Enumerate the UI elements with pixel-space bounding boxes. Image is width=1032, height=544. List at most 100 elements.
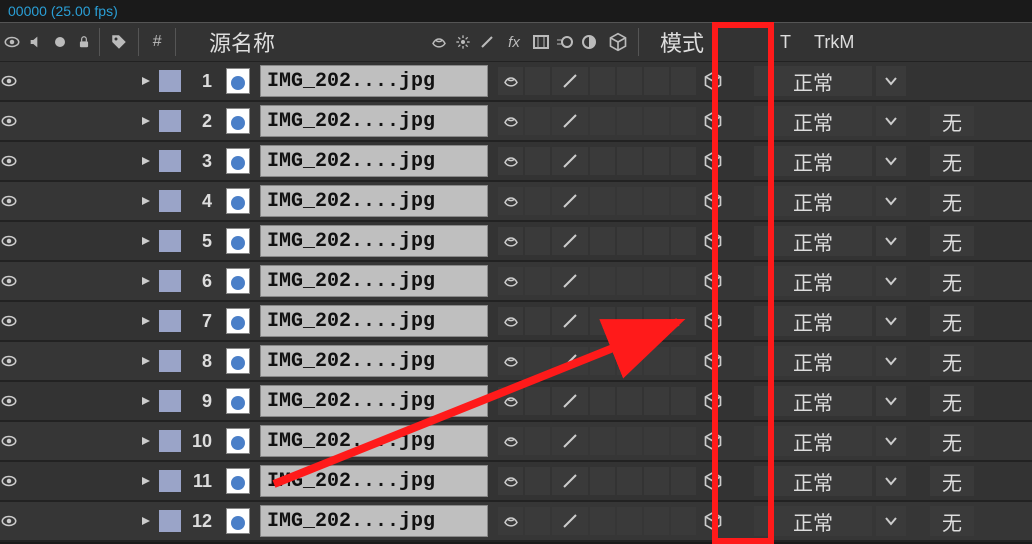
eye-icon[interactable] <box>0 352 26 370</box>
blend-mode-dropdown[interactable]: 正常 <box>754 466 872 496</box>
three-d-cube-icon[interactable] <box>696 391 730 411</box>
layer-name[interactable]: IMG_202....jpg <box>260 305 488 337</box>
blend-mode-dropdown[interactable]: 正常 <box>754 106 872 136</box>
label-color[interactable] <box>156 350 184 372</box>
quality-switch[interactable] <box>552 67 588 95</box>
label-color[interactable] <box>156 70 184 92</box>
fx-switch[interactable] <box>590 147 615 175</box>
table-row[interactable]: 4IMG_202....jpg正常无 <box>0 182 1032 222</box>
adjustment-switch[interactable] <box>671 187 696 215</box>
t-header[interactable]: T <box>780 32 814 53</box>
frame-blend-switch[interactable] <box>617 307 642 335</box>
expand-triangle-icon[interactable] <box>120 395 156 407</box>
blend-mode-dropdown[interactable]: 正常 <box>754 346 872 376</box>
adjustment-switch[interactable] <box>671 147 696 175</box>
motion-blur-switch[interactable] <box>644 467 669 495</box>
chevron-down-icon[interactable] <box>876 506 906 536</box>
track-matte-dropdown[interactable]: 无 <box>930 306 974 336</box>
fx-switch[interactable] <box>590 347 615 375</box>
fx-switch[interactable] <box>590 467 615 495</box>
collapse-switch[interactable] <box>525 387 550 415</box>
fx-switch[interactable] <box>590 307 615 335</box>
layer-name[interactable]: IMG_202....jpg <box>260 345 488 377</box>
eye-icon[interactable] <box>0 392 26 410</box>
shy-icon[interactable] <box>498 307 523 335</box>
table-row[interactable]: 9IMG_202....jpg正常无 <box>0 382 1032 422</box>
expand-triangle-icon[interactable] <box>120 355 156 367</box>
label-color[interactable] <box>156 430 184 452</box>
layer-name[interactable]: IMG_202....jpg <box>260 185 488 217</box>
track-matte-dropdown[interactable]: 无 <box>930 506 974 536</box>
three-d-cube-icon[interactable] <box>696 471 730 491</box>
frame-blend-switch[interactable] <box>617 347 642 375</box>
layer-name[interactable]: IMG_202....jpg <box>260 145 488 177</box>
quality-switch[interactable] <box>552 107 588 135</box>
speaker-icon[interactable] <box>24 22 48 62</box>
label-color[interactable] <box>156 510 184 532</box>
three-d-cube-icon[interactable] <box>696 111 730 131</box>
shy-icon[interactable] <box>498 347 523 375</box>
track-matte-dropdown[interactable]: 无 <box>930 346 974 376</box>
quality-switch[interactable] <box>552 187 588 215</box>
collapse-switch[interactable] <box>525 187 550 215</box>
blend-mode-dropdown[interactable]: 正常 <box>754 386 872 416</box>
blend-mode-dropdown[interactable]: 正常 <box>754 66 872 96</box>
shy-icon[interactable] <box>498 107 523 135</box>
shy-icon[interactable] <box>498 147 523 175</box>
track-matte-dropdown[interactable]: 无 <box>930 226 974 256</box>
chevron-down-icon[interactable] <box>876 306 906 336</box>
adjustment-switch[interactable] <box>671 347 696 375</box>
quality-switch[interactable] <box>552 347 588 375</box>
fx-switch[interactable] <box>590 427 615 455</box>
adjustment-switch[interactable] <box>671 107 696 135</box>
label-color[interactable] <box>156 390 184 412</box>
motion-blur-switch[interactable] <box>644 387 669 415</box>
lock-icon[interactable] <box>72 22 96 62</box>
blend-mode-dropdown[interactable]: 正常 <box>754 146 872 176</box>
motion-blur-icon[interactable] <box>553 22 577 62</box>
shy-icon[interactable] <box>498 387 523 415</box>
source-name-header[interactable]: 源名称 <box>209 26 427 58</box>
chevron-down-icon[interactable] <box>876 266 906 296</box>
blend-mode-dropdown[interactable]: 正常 <box>754 186 872 216</box>
collapse-switch[interactable] <box>525 507 550 535</box>
three-d-cube-icon[interactable] <box>696 71 730 91</box>
expand-triangle-icon[interactable] <box>120 155 156 167</box>
blend-mode-dropdown[interactable]: 正常 <box>754 506 872 536</box>
collapse-switch[interactable] <box>525 347 550 375</box>
shy-icon[interactable] <box>498 467 523 495</box>
three-d-cube-icon[interactable] <box>696 351 730 371</box>
three-d-cube-icon[interactable] <box>696 431 730 451</box>
three-d-cube-icon[interactable] <box>696 151 730 171</box>
motion-blur-switch[interactable] <box>644 427 669 455</box>
fx-icon[interactable]: fx <box>499 22 529 62</box>
layer-name[interactable]: IMG_202....jpg <box>260 425 488 457</box>
expand-triangle-icon[interactable] <box>120 515 156 527</box>
chevron-down-icon[interactable] <box>876 186 906 216</box>
motion-blur-switch[interactable] <box>644 507 669 535</box>
frame-blend-switch[interactable] <box>617 227 642 255</box>
table-row[interactable]: 7IMG_202....jpg正常无 <box>0 302 1032 342</box>
table-row[interactable]: 12IMG_202....jpg正常无 <box>0 502 1032 542</box>
quality-switch[interactable] <box>552 267 588 295</box>
three-d-cube-icon[interactable] <box>601 22 635 62</box>
label-icon[interactable] <box>103 22 135 62</box>
track-matte-dropdown[interactable]: 无 <box>930 266 974 296</box>
motion-blur-switch[interactable] <box>644 147 669 175</box>
label-color[interactable] <box>156 310 184 332</box>
frame-blend-switch[interactable] <box>617 267 642 295</box>
collapse-switch[interactable] <box>525 227 550 255</box>
layer-name[interactable]: IMG_202....jpg <box>260 465 488 497</box>
eye-icon[interactable] <box>0 192 26 210</box>
eye-icon[interactable] <box>0 472 26 490</box>
track-matte-dropdown[interactable]: 无 <box>930 466 974 496</box>
expand-triangle-icon[interactable] <box>120 315 156 327</box>
quality-switch[interactable] <box>552 507 588 535</box>
chevron-down-icon[interactable] <box>876 226 906 256</box>
frame-blend-icon[interactable] <box>529 22 553 62</box>
table-row[interactable]: 5IMG_202....jpg正常无 <box>0 222 1032 262</box>
expand-triangle-icon[interactable] <box>120 435 156 447</box>
shy-icon[interactable] <box>498 187 523 215</box>
slash-icon[interactable] <box>475 22 499 62</box>
layer-name[interactable]: IMG_202....jpg <box>260 385 488 417</box>
